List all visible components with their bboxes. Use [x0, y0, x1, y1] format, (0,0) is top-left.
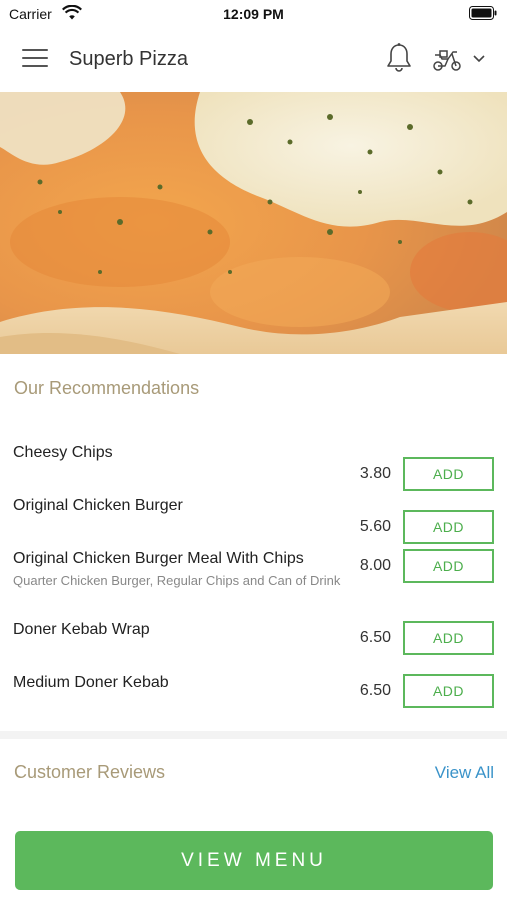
- item-price: 3.80: [359, 465, 391, 482]
- battery-icon: [469, 6, 497, 20]
- item-price: 6.50: [359, 682, 391, 699]
- view-all-link[interactable]: View All: [435, 763, 494, 783]
- item-price: 6.50: [359, 629, 391, 646]
- pizza-photo: [0, 92, 507, 354]
- add-button[interactable]: ADD: [403, 549, 494, 583]
- item-price: 8.00: [359, 557, 391, 574]
- scooter-icon[interactable]: [431, 48, 463, 72]
- item-name: Cheesy Chips: [13, 444, 113, 461]
- menu-icon[interactable]: [22, 49, 48, 71]
- view-menu-button[interactable]: VIEW MENU: [15, 831, 493, 890]
- add-button[interactable]: ADD: [403, 621, 494, 655]
- item-price: 5.60: [359, 518, 391, 535]
- section-divider: [0, 731, 507, 739]
- item-name: Doner Kebab Wrap: [13, 621, 150, 638]
- item-name: Original Chicken Burger Meal With Chips: [13, 550, 304, 567]
- bell-icon[interactable]: [386, 42, 412, 74]
- chevron-down-icon[interactable]: [472, 54, 486, 64]
- item-name: Medium Doner Kebab: [13, 674, 169, 691]
- reviews-heading: Customer Reviews: [14, 762, 166, 782]
- recommendations-heading: Our Recommendations: [14, 378, 200, 398]
- item-description: Quarter Chicken Burger, Regular Chips an…: [13, 573, 341, 588]
- app-header: Superb Pizza: [0, 28, 507, 92]
- item-name: Original Chicken Burger: [13, 497, 183, 514]
- page-title: Superb Pizza: [69, 48, 188, 70]
- add-button[interactable]: ADD: [403, 674, 494, 708]
- add-button[interactable]: ADD: [403, 457, 494, 491]
- hero-image: [0, 92, 507, 354]
- status-bar: Carrier 12:09 PM: [0, 0, 507, 28]
- status-time: 12:09 PM: [223, 6, 284, 22]
- add-button[interactable]: ADD: [403, 510, 494, 544]
